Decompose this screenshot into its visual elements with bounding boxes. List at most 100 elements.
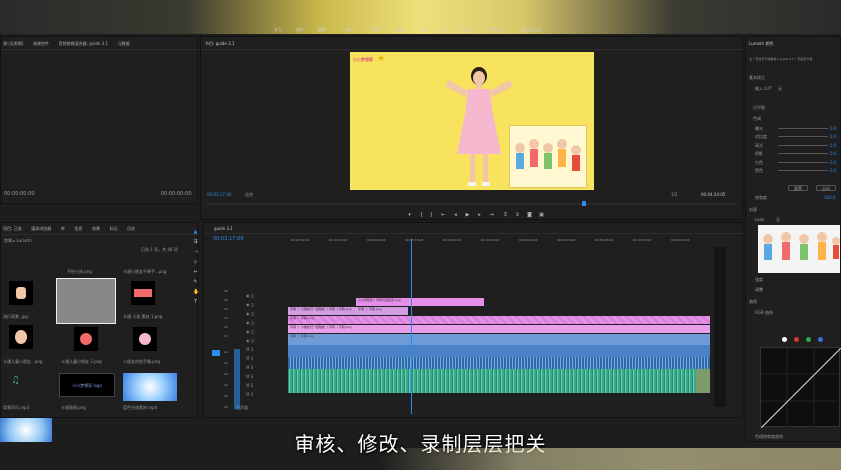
- play-icon[interactable]: ▶: [465, 213, 470, 218]
- step-forward-icon[interactable]: ▸: [477, 213, 482, 218]
- workspace-tab[interactable]: 编辑: [318, 27, 326, 33]
- tab-markers[interactable]: 标记: [110, 226, 118, 231]
- selection-tool-icon[interactable]: ▲: [193, 230, 198, 235]
- settings-icon[interactable]: ▣: [539, 213, 544, 218]
- saturation-value[interactable]: 100.0: [824, 195, 835, 200]
- logo-thumb[interactable]: 小小梦想家 logo: [59, 373, 115, 397]
- track-label[interactable]: V5: [224, 298, 228, 302]
- workspace-tab[interactable]: 学习: [274, 27, 282, 33]
- audio-clip-a1[interactable]: [288, 357, 710, 369]
- tab-audio-mixer[interactable]: 音频剪辑混合器: guide 3.1: [59, 41, 108, 46]
- program-timecode[interactable]: 00:03:17:06: [207, 192, 231, 197]
- slider-value[interactable]: 0.0: [830, 126, 836, 131]
- track-sync-lock[interactable]: [234, 349, 240, 409]
- slider-value[interactable]: 0.0: [830, 151, 836, 156]
- timeline-timecode[interactable]: 00:03:17:06: [213, 236, 244, 242]
- lift-icon[interactable]: ⊼: [503, 213, 508, 218]
- track-label[interactable]: A3: [224, 372, 228, 376]
- blue-channel-dot[interactable]: [818, 337, 823, 342]
- track-select-icon[interactable]: ⇶: [193, 240, 198, 245]
- whites-slider[interactable]: [778, 162, 828, 163]
- red-channel-dot[interactable]: [794, 337, 799, 342]
- white-balance-label[interactable]: 白平衡: [753, 105, 765, 111]
- go-to-out-icon[interactable]: ⇥: [489, 213, 494, 218]
- mark-in-icon[interactable]: {: [419, 213, 424, 218]
- workspace-tab[interactable]: 图形: [420, 27, 428, 33]
- contrast-slider[interactable]: [778, 136, 828, 137]
- audio-clip-end[interactable]: [696, 369, 710, 393]
- track-label[interactable]: V4: [224, 307, 228, 311]
- slider-value[interactable]: 0.0: [830, 168, 836, 173]
- lumetri-tab[interactable]: Lumetri 颜色: [749, 41, 774, 47]
- white-channel-dot[interactable]: [782, 337, 787, 342]
- adjust-label[interactable]: 调整: [755, 287, 763, 293]
- tab-effects[interactable]: 效果: [92, 226, 100, 231]
- clip[interactable]: 字幕 丨 字幕.png: [288, 316, 710, 324]
- slider-value[interactable]: 0.0: [830, 134, 836, 139]
- marker-icon[interactable]: ▾: [407, 213, 412, 218]
- track-label[interactable]: A6: [224, 405, 228, 409]
- clip[interactable]: 字幕 丨 小朋友们一起跳舞 丨字幕 丨字幕.png: [288, 307, 356, 315]
- tone-label[interactable]: 色调: [753, 116, 761, 122]
- workspace-tab[interactable]: 库: [442, 27, 446, 33]
- look-preview[interactable]: [758, 225, 840, 273]
- tab-history[interactable]: 历史: [127, 226, 135, 231]
- project-thumb[interactable]: [9, 325, 33, 349]
- resolution-dropdown[interactable]: 1/2: [671, 192, 677, 197]
- slip-tool-icon[interactable]: ↔: [193, 270, 198, 275]
- tab-libraries[interactable]: 库: [61, 226, 65, 231]
- track-label[interactable]: V3: [224, 316, 228, 320]
- track-label[interactable]: V6: [224, 289, 228, 293]
- workspace-tab[interactable]: 使用工作区: [522, 27, 542, 33]
- workspace-tab[interactable]: 效果: [372, 27, 380, 33]
- type-tool-icon[interactable]: T: [193, 300, 198, 305]
- playhead[interactable]: [582, 201, 586, 206]
- track-label[interactable]: V1: [224, 334, 228, 338]
- fit-dropdown[interactable]: 适合: [245, 192, 253, 198]
- tab-project[interactable]: 项目: 己选: [3, 226, 22, 231]
- reset-button[interactable]: 重置: [788, 185, 808, 191]
- tab-media-browser[interactable]: 媒体浏览器: [31, 226, 51, 231]
- project-thumb-selected[interactable]: [56, 278, 116, 324]
- exposure-slider[interactable]: [778, 128, 828, 129]
- pen-tool-icon[interactable]: ✎: [193, 280, 198, 285]
- timeline-playhead[interactable]: [411, 239, 412, 414]
- tab-metadata[interactable]: 元数据: [118, 41, 130, 46]
- workspace-tab[interactable]: 音频: [396, 27, 404, 33]
- tab-effect-controls[interactable]: 效果控件: [33, 41, 49, 46]
- hand-tool-icon[interactable]: ✋: [193, 290, 199, 295]
- clip[interactable]: 字幕 丨 字幕.png: [356, 307, 408, 315]
- project-thumb[interactable]: [133, 327, 157, 351]
- clip[interactable]: 字幕 丨 字幕.png: [288, 334, 710, 345]
- project-thumb[interactable]: [9, 281, 33, 305]
- sequence-tab[interactable]: guide 3.1: [214, 226, 233, 231]
- input-lut-dropdown[interactable]: 无: [778, 86, 782, 92]
- blacks-slider[interactable]: [778, 170, 828, 171]
- slider-value[interactable]: 0.0: [830, 143, 836, 148]
- extract-icon[interactable]: ⊻: [515, 213, 520, 218]
- camera-icon[interactable]: ◙: [527, 213, 532, 218]
- clip[interactable]: 小小梦想家丨同学们来配合.png: [356, 298, 484, 306]
- project-thumb[interactable]: [74, 327, 98, 351]
- step-back-icon[interactable]: ◂: [453, 213, 458, 218]
- track-label[interactable]: A4: [224, 383, 228, 387]
- workspace-tab[interactable]: Editing: [460, 27, 474, 32]
- section-curves[interactable]: 曲线: [749, 299, 757, 305]
- highlights-slider[interactable]: [778, 145, 828, 146]
- audio-file-icon[interactable]: ♫: [11, 375, 20, 386]
- section-creative[interactable]: 创意: [749, 207, 757, 213]
- project-search[interactable]: 剪辑 ▸ Lumetri: [4, 238, 32, 244]
- look-dropdown[interactable]: 无: [776, 217, 780, 223]
- shadows-slider[interactable]: [778, 153, 828, 154]
- track-toggles[interactable]: ◉ ◫ ◉ ◫ ◉ ◫ ◉ ◫ ◉ ◫ ◉ ◫ M SM SM SM SM SM S: [246, 291, 270, 406]
- tab-info[interactable]: 信息: [74, 226, 82, 231]
- audio-clip-a2[interactable]: [288, 369, 710, 393]
- timeline-ruler[interactable]: 00:03:12:02 00:03:14:02 00:03:16:02 00:0…: [289, 238, 709, 248]
- track-target-toggle[interactable]: [212, 350, 220, 356]
- green-channel-dot[interactable]: [806, 337, 811, 342]
- auto-button[interactable]: 自动: [816, 185, 836, 191]
- mark-out-icon[interactable]: }: [429, 213, 434, 218]
- rgb-curve-graph[interactable]: [760, 347, 841, 429]
- track-label[interactable]: V2: [224, 325, 228, 329]
- slider-value[interactable]: 0.0: [830, 160, 836, 165]
